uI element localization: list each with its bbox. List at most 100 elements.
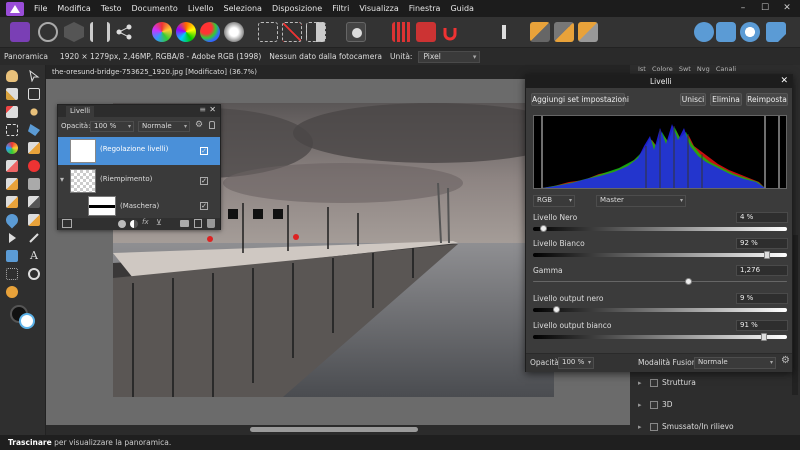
menu-seleziona[interactable]: Seleziona [224,4,272,13]
dialog-opacity-select[interactable]: 100 % [558,357,594,369]
affinity-photo-logo-icon[interactable] [6,1,24,16]
menu-filtri[interactable]: Filtri [332,4,359,13]
arrange-front-icon[interactable] [554,22,574,42]
delete-button[interactable]: Elimina [710,93,742,106]
output-white-knob[interactable] [761,333,768,341]
crop-tool-icon[interactable] [28,88,40,100]
photo-persona-icon[interactable] [10,22,30,42]
expand-arrow-icon[interactable]: ▾ [60,175,64,184]
channel-select[interactable]: RGB [533,195,575,207]
live-filter-icon[interactable]: ⊻ [156,218,162,227]
assistant-icon[interactable] [416,22,436,42]
arrange-forward-icon[interactable] [578,22,598,42]
layer-name[interactable]: (Regolazione livelli) [100,145,168,153]
selection-brush-icon[interactable] [6,106,18,118]
layer-opacity-select[interactable]: 100 % [90,121,134,132]
pen-tool-icon[interactable] [494,22,514,42]
color-picker-icon[interactable] [6,88,18,100]
gamma-value[interactable]: 1,276 [736,265,788,276]
delete-layer-trash-icon[interactable] [207,219,215,228]
layer-row-fill[interactable]: ▾ (Riempimento) ✓ [58,167,220,195]
layer-row-levels[interactable]: (Regolazione livelli) ✓ [58,137,220,165]
output-black-knob[interactable] [552,306,560,313]
preset-select[interactable]: Master [596,195,686,207]
boolean-intersect-icon[interactable] [740,22,760,42]
patch-tool-icon[interactable] [6,286,18,298]
export-persona-icon[interactable] [114,22,134,42]
fx-icon[interactable]: fx [142,218,149,226]
pen-tool-side-icon[interactable] [28,232,40,244]
menu-file[interactable]: File [34,4,57,13]
zoom-tool-icon[interactable] [28,268,40,280]
horizontal-scroll-thumb[interactable] [250,427,418,432]
gamma-knob[interactable] [684,278,692,285]
auto-colors-icon[interactable] [200,22,220,42]
quick-mask-icon[interactable] [346,22,366,42]
tab-channels[interactable]: Canali [716,65,736,73]
black-level-value[interactable]: 4 % [736,212,788,223]
grid-snap-icon[interactable] [392,22,412,42]
layer-row-mask[interactable]: (Maschera) ✓ [58,195,220,217]
tab-colour[interactable]: Colore [652,65,673,73]
panel-close-icon[interactable]: ✕ [209,105,216,114]
tone-mapping-persona-icon[interactable] [90,22,110,42]
chevron-right-icon[interactable]: ▸ [638,376,642,390]
liquify-persona-icon[interactable] [38,22,58,42]
view-tool-hand-icon[interactable] [6,70,18,82]
auto-levels-icon[interactable] [152,22,172,42]
menu-visualizza[interactable]: Visualizza [359,4,408,13]
effect-checkbox[interactable] [650,423,658,431]
secondary-color-swatch[interactable] [19,313,35,329]
layer-name[interactable]: (Riempimento) [100,175,152,183]
layers-panel-titlebar[interactable]: Livelli ≡ ✕ [58,105,220,117]
layer-visibility-checkbox[interactable]: ✓ [200,202,208,210]
units-select[interactable]: Pixel [418,50,481,63]
output-black-value[interactable]: 9 % [736,293,788,304]
marquee-tool-icon[interactable] [6,124,18,136]
levels-dialog-title[interactable]: Livelli [526,75,792,88]
merge-button[interactable]: Unisci [680,93,706,106]
boolean-divide-icon[interactable] [766,22,786,42]
tab-histogram[interactable]: Ist [638,65,646,73]
panel-menu-icon[interactable]: ≡ [199,105,206,114]
select-all-icon[interactable] [258,22,278,42]
paint-brush-icon[interactable] [28,142,40,154]
lock-icon[interactable] [209,121,215,129]
layer-visibility-checkbox[interactable]: ✓ [200,147,208,155]
mask-layer-icon[interactable] [118,220,126,228]
red-eye-icon[interactable] [28,160,40,172]
layer-name[interactable]: (Maschera) [120,202,159,210]
white-level-knob[interactable] [763,251,770,259]
reset-button[interactable]: Reimposta [746,93,788,106]
menu-disposizione[interactable]: Disposizione [272,4,332,13]
blend-settings-gear-icon[interactable]: ⚙ [781,355,790,366]
menu-testo[interactable]: Testo [101,4,132,13]
effect-checkbox[interactable] [650,379,658,387]
effect-checkbox[interactable] [650,401,658,409]
effect-item-outline[interactable]: ▸ Struttura [638,376,788,390]
output-black-slider[interactable] [533,308,787,312]
menu-livello[interactable]: Livello [188,4,224,13]
boolean-subtract-icon[interactable] [716,22,736,42]
layers-tab[interactable]: Livelli [66,106,95,117]
tab-navigator[interactable]: Nvg [697,65,710,73]
output-white-value[interactable]: 91 % [736,320,788,331]
magic-wand-icon[interactable] [28,106,40,118]
tab-swatches[interactable]: Swt [679,65,691,73]
arrange-back-icon[interactable] [530,22,550,42]
layer-blend-select[interactable]: Normale [138,121,190,132]
layer-stack-icon[interactable] [62,219,72,228]
menu-documento[interactable]: Documento [131,4,187,13]
dodge-brush-icon[interactable] [6,196,18,208]
smudge-brush-icon[interactable] [28,214,40,226]
blend-mode-select[interactable]: Normale [694,357,776,369]
maximize-button[interactable]: ☐ [754,0,776,17]
rectangle-tool-icon[interactable] [6,250,18,262]
clone-brush-icon[interactable] [6,178,18,190]
output-white-slider[interactable] [533,335,787,339]
effect-item-bevel-emboss[interactable]: ▸ Smussato/In rilievo [638,420,788,434]
layer-visibility-checkbox[interactable]: ✓ [200,177,208,185]
gamma-slider[interactable] [533,281,787,282]
menu-finestra[interactable]: Finestra [409,4,451,13]
add-group-folder-icon[interactable] [180,220,189,227]
